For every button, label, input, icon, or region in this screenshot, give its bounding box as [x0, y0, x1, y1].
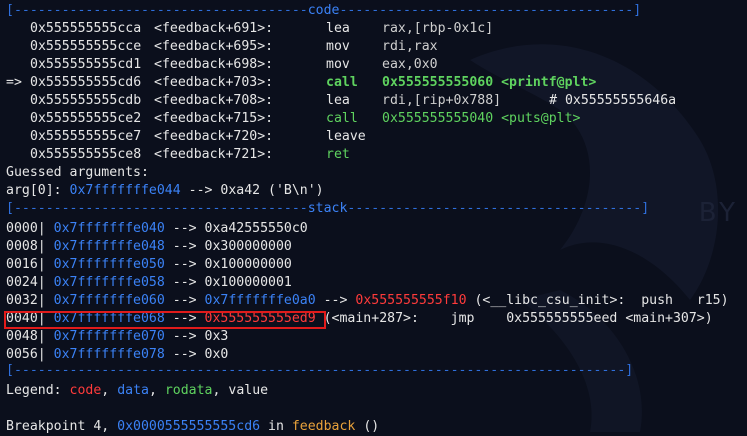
highlight-box [4, 311, 326, 329]
legend-code: code [69, 383, 102, 398]
instruction-address: 0x555555555cd6 [30, 75, 142, 90]
guessed-argument-row: arg[0]: 0x7fffffffe044 --> 0xa42 ('B\n') [6, 183, 324, 198]
instruction-mnemonic: lea [326, 93, 350, 108]
stack-offset: 0000| [6, 221, 46, 236]
stack-address: 0x7fffffffe040 [53, 221, 165, 236]
legend-rodata: rodata [164, 383, 213, 398]
stack-offset: 0032| [6, 293, 46, 308]
instruction-mnemonic: ret [326, 147, 350, 162]
instruction-address: 0x555555555cce [30, 39, 142, 54]
stack-value: 0x0 [204, 347, 229, 362]
stack-address: 0x7fffffffe048 [53, 239, 165, 254]
instruction-address: 0x555555555cd1 [30, 57, 142, 72]
instruction-mnemonic: lea [326, 21, 350, 36]
stack-address: 0x7fffffffe050 [53, 257, 165, 272]
argument-address: 0x7fffffffe044 [69, 183, 181, 198]
instruction-address: 0x555555555ce2 [30, 111, 142, 126]
stack-row: 0032| 0x7fffffffe060 --> 0x7fffffffe0a0 … [6, 293, 729, 308]
stack-value: 0x100000000 [204, 257, 292, 272]
code-line: 0x555555555cca <feedback+691>: lea rax,[rbp… [6, 20, 493, 38]
legend-row: Legend: code, data, rodata, value [6, 383, 269, 398]
stack-offset: 0048| [6, 329, 46, 344]
legend-data: data [117, 383, 149, 398]
instruction-symbol: <feedback+703>: [154, 75, 274, 90]
instruction-address: 0x555555555ce7 [30, 129, 142, 144]
stack-offset: 0008| [6, 239, 46, 254]
breakpoint-message: Breakpoint 4, 0x0000555555555cd6 in feed… [6, 419, 380, 434]
stack-address: 0x7fffffffe058 [53, 275, 165, 290]
stack-row: 0016| 0x7fffffffe050 --> 0x100000000 [6, 257, 292, 272]
stack-offset: 0024| [6, 275, 46, 290]
instruction-mnemonic: call [326, 111, 358, 126]
instruction-comment: # 0x55555555646a [549, 93, 677, 108]
instruction-symbol: <feedback+695>: [154, 39, 274, 54]
code-section-header: [-------------------------------------co… [6, 3, 642, 18]
code-line: 0x555555555cce <feedback+695>: mov rdi,rax [6, 38, 438, 56]
stack-address: 0x7fffffffe070 [53, 329, 165, 344]
stack-address: 0x7fffffffe078 [53, 347, 165, 362]
instruction-address: 0x555555555ce8 [30, 147, 142, 162]
instruction-symbol: <feedback+691>: [154, 21, 274, 36]
instruction-address: 0x555555555cdb [30, 93, 142, 108]
stack-value: 0x7fffffffe0a0 [204, 293, 316, 308]
stack-address: 0x7fffffffe060 [53, 293, 165, 308]
stack-value: 0xa42555550c0 [204, 221, 308, 236]
stack-section-header: [-------------------------------------st… [6, 201, 650, 216]
instruction-symbol: <feedback+721>: [154, 147, 274, 162]
instruction-operands: 0x555555555040 <puts@plt> [382, 111, 581, 126]
watermark-text: BY [698, 198, 739, 228]
instruction-symbol: <feedback+715>: [154, 111, 274, 126]
instruction-address: 0x555555555cca [30, 21, 142, 36]
stack-row: 0008| 0x7fffffffe048 --> 0x300000000 [6, 239, 292, 254]
code-line: 0x555555555ce2 <feedback+715>: call 0x55555… [6, 110, 581, 128]
stack-offset: 0056| [6, 347, 46, 362]
stack-row: 0048| 0x7fffffffe070 --> 0x3 [6, 329, 229, 344]
instruction-symbol: <feedback+698>: [154, 57, 274, 72]
stack-value: 0x3 [204, 329, 229, 344]
instruction-operands: rax,[rbp-0x1c] [382, 21, 494, 36]
instruction-symbol: <feedback+720>: [154, 129, 274, 144]
code-line: 0x555555555ce7 <feedback+720>: leave [6, 128, 382, 146]
code-line: => 0x555555555cd6 <feedback+703>: call 0x555… [6, 74, 596, 92]
stack-row: 0000| 0x7fffffffe040 --> 0xa42555550c0 [6, 221, 308, 236]
code-line: 0x555555555cd1 <feedback+698>: mov eax,0x0 [6, 56, 438, 74]
instruction-operands: 0x555555555060 <printf@plt> [382, 75, 597, 90]
stack-row: 0024| 0x7fffffffe058 --> 0x100000001 [6, 275, 292, 290]
instruction-operands: rdi,[rip+0x788] [382, 93, 502, 108]
instruction-mnemonic: leave [326, 129, 366, 144]
stack-section-title: stack [307, 201, 348, 216]
instruction-mnemonic: mov [326, 57, 350, 72]
stack-annotation: (<main+287>: jmp 0x555555555eed <main+30… [315, 311, 713, 326]
code-line: 0x555555555cdb <feedback+708>: lea rdi,[rip… [6, 92, 676, 110]
stack-value: 0x100000001 [204, 275, 292, 290]
instruction-mnemonic: call [326, 75, 358, 90]
stack-value: 0x300000000 [204, 239, 292, 254]
stack-pointer-target: 0x555555555f10 [355, 293, 467, 308]
code-section-title: code [307, 3, 340, 18]
code-line: 0x555555555ce8 <feedback+721>: ret [6, 146, 382, 164]
instruction-operands: rdi,rax [382, 39, 438, 54]
legend-value: value [228, 383, 269, 398]
section-footer-rule: [---------------------------------------… [6, 363, 634, 378]
instruction-operands: eax,0x0 [382, 57, 438, 72]
stack-offset: 0016| [6, 257, 46, 272]
instruction-symbol: <feedback+708>: [154, 93, 274, 108]
stack-annotation: (<__libc_csu_init>: push r15) [466, 293, 729, 308]
instruction-mnemonic: mov [326, 39, 350, 54]
guessed-arguments-title: Guessed arguments: [6, 165, 149, 180]
current-instruction-marker: => [6, 75, 22, 90]
